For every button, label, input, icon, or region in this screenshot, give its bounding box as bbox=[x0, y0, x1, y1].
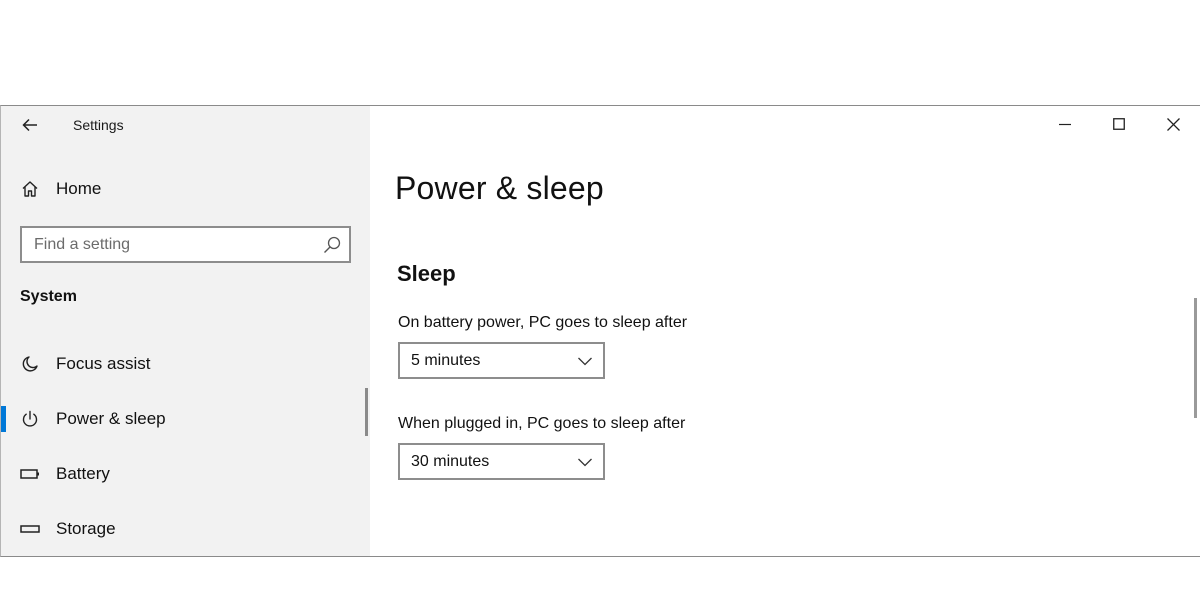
back-button[interactable] bbox=[15, 111, 45, 139]
section-heading-sleep: Sleep bbox=[397, 261, 456, 286]
search-icon[interactable] bbox=[322, 235, 342, 255]
sidebar-item-power-sleep[interactable]: Power & sleep bbox=[1, 398, 370, 440]
close-button[interactable] bbox=[1146, 106, 1200, 142]
sidebar-item-focus-assist[interactable]: Focus assist bbox=[1, 343, 370, 385]
power-icon bbox=[19, 408, 41, 430]
battery-sleep-dropdown[interactable]: 5 minutes bbox=[398, 342, 605, 379]
chevron-down-icon bbox=[578, 458, 592, 467]
battery-sleep-value: 5 minutes bbox=[411, 351, 481, 369]
sidebar-item-home[interactable]: Home bbox=[19, 178, 101, 200]
maximize-button[interactable] bbox=[1092, 106, 1146, 142]
home-label: Home bbox=[56, 179, 102, 198]
minimize-button[interactable] bbox=[1038, 106, 1092, 142]
plugged-sleep-label: When plugged in, PC goes to sleep after bbox=[398, 415, 686, 432]
search-input[interactable] bbox=[22, 228, 302, 261]
close-icon bbox=[1166, 117, 1180, 131]
storage-icon bbox=[19, 518, 41, 540]
sidebar-item-label: Power & sleep bbox=[56, 409, 166, 428]
window-controls bbox=[1038, 106, 1200, 142]
chevron-down-icon bbox=[578, 357, 592, 366]
settings-window: Settings Home System Focus ass bbox=[0, 105, 1200, 557]
moon-icon bbox=[19, 353, 41, 375]
sidebar-item-label: Focus assist bbox=[56, 354, 151, 373]
battery-sleep-label: On battery power, PC goes to sleep after bbox=[398, 314, 688, 331]
sidebar-item-storage[interactable]: Storage bbox=[1, 508, 370, 550]
plugged-sleep-dropdown[interactable]: 30 minutes bbox=[398, 443, 605, 480]
back-arrow-icon bbox=[22, 118, 37, 132]
sidebar-scrollbar[interactable] bbox=[365, 388, 368, 436]
active-indicator bbox=[1, 406, 6, 432]
sidebar-item-battery[interactable]: Battery bbox=[1, 453, 370, 495]
search-box bbox=[20, 226, 351, 263]
battery-icon bbox=[19, 463, 41, 485]
plugged-sleep-value: 30 minutes bbox=[411, 452, 490, 470]
content-scrollbar[interactable] bbox=[1194, 298, 1197, 418]
main-content: Power & sleep Sleep On battery power, PC… bbox=[370, 106, 1200, 556]
sidebar-item-label: Storage bbox=[56, 519, 116, 538]
sidebar-item-label: Battery bbox=[56, 464, 110, 483]
section-label-system: System bbox=[20, 288, 77, 305]
page-title: Power & sleep bbox=[395, 170, 604, 206]
sidebar: Settings Home System Focus ass bbox=[1, 106, 370, 556]
home-icon bbox=[19, 178, 41, 200]
minimize-icon bbox=[1059, 123, 1071, 126]
maximize-icon bbox=[1113, 118, 1125, 130]
app-title: Settings bbox=[73, 117, 124, 133]
